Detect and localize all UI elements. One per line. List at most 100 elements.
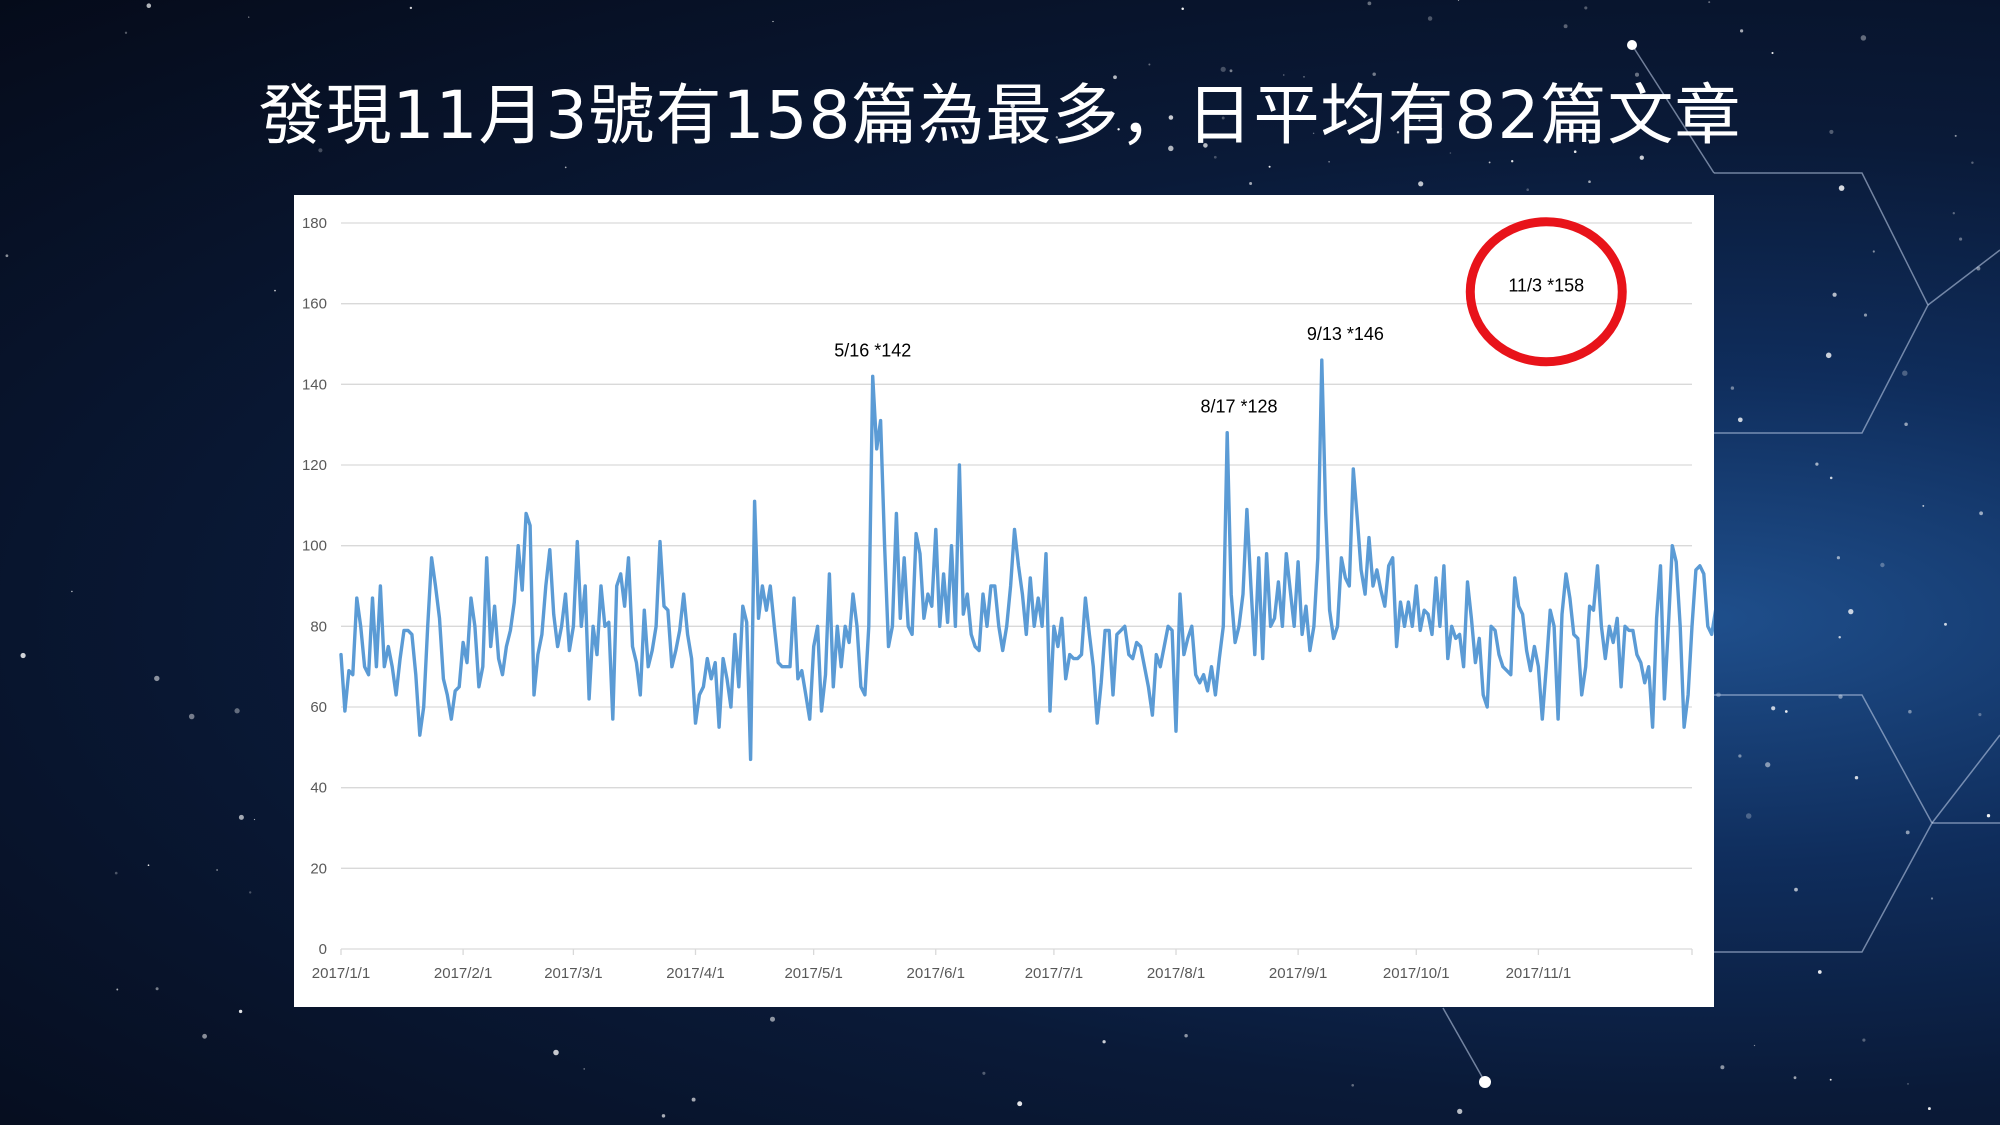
star bbox=[1848, 608, 1854, 615]
star bbox=[1017, 1101, 1023, 1107]
star bbox=[1838, 636, 1841, 639]
star bbox=[1952, 212, 1955, 215]
star bbox=[253, 818, 256, 821]
x-tick-label: 2017/3/1 bbox=[544, 965, 602, 982]
star bbox=[1328, 160, 1330, 163]
y-tick-label: 140 bbox=[302, 376, 327, 393]
star bbox=[1784, 710, 1788, 713]
star bbox=[1584, 6, 1588, 10]
node-dot bbox=[1627, 40, 1637, 50]
y-tick-label: 0 bbox=[319, 941, 327, 958]
x-tick-label: 2017/5/1 bbox=[784, 965, 842, 982]
star bbox=[1908, 709, 1912, 714]
star bbox=[5, 254, 9, 258]
star bbox=[154, 675, 160, 682]
star bbox=[274, 289, 276, 292]
star bbox=[1793, 1076, 1797, 1080]
star bbox=[1588, 180, 1591, 184]
y-tick-label: 100 bbox=[302, 538, 327, 555]
star bbox=[1563, 24, 1568, 29]
x-tick-label: 2017/6/1 bbox=[907, 965, 965, 982]
star bbox=[691, 1097, 696, 1102]
star bbox=[1815, 462, 1819, 466]
line-chart: 0 20 40 60 80 100 120 140 160 180 2017/1/1 2017/2/… bbox=[302, 215, 1714, 982]
star bbox=[1730, 386, 1735, 390]
star bbox=[71, 590, 73, 593]
star bbox=[1907, 1083, 1909, 1085]
star bbox=[583, 1068, 586, 1070]
star bbox=[1351, 1083, 1355, 1087]
star bbox=[1753, 1044, 1756, 1047]
star bbox=[1720, 1065, 1725, 1070]
star bbox=[1794, 887, 1798, 892]
star bbox=[1854, 775, 1859, 780]
star bbox=[1863, 313, 1868, 317]
star bbox=[772, 20, 774, 23]
star bbox=[1418, 181, 1424, 187]
star bbox=[1737, 417, 1743, 423]
star bbox=[1765, 762, 1771, 768]
x-tick-label: 2017/10/1 bbox=[1383, 965, 1450, 982]
star bbox=[1488, 161, 1491, 164]
x-tick-label: 2017/9/1 bbox=[1269, 965, 1327, 982]
star bbox=[553, 1049, 559, 1056]
x-tick-label: 2017/1/1 bbox=[312, 965, 370, 982]
x-tick-label: 2017/7/1 bbox=[1025, 965, 1083, 982]
star bbox=[1904, 422, 1908, 427]
star bbox=[1836, 556, 1840, 560]
star bbox=[1944, 622, 1947, 626]
star bbox=[1745, 813, 1752, 819]
annotation-layer: 5/16 *142 8/17 *128 9/13 *146 11/3 *158 bbox=[834, 217, 1627, 417]
star bbox=[1771, 51, 1774, 55]
star bbox=[982, 1071, 986, 1075]
star bbox=[1971, 161, 1974, 164]
star bbox=[1986, 814, 1991, 818]
y-tick-label: 180 bbox=[302, 215, 327, 232]
star bbox=[1817, 970, 1822, 974]
star bbox=[124, 31, 128, 34]
star bbox=[116, 988, 119, 991]
annotation-label: 5/16 *142 bbox=[834, 340, 911, 360]
star bbox=[1181, 7, 1184, 10]
star bbox=[1427, 16, 1433, 21]
series-layer bbox=[339, 358, 1714, 762]
star bbox=[1862, 1038, 1866, 1042]
star bbox=[1832, 292, 1837, 297]
y-tick-label: 20 bbox=[310, 860, 327, 877]
star bbox=[1367, 1, 1372, 6]
x-tick-label: 2017/8/1 bbox=[1147, 965, 1205, 982]
star bbox=[1526, 188, 1529, 191]
annotation-label: 8/17 *128 bbox=[1201, 397, 1278, 417]
y-tick-label: 40 bbox=[310, 780, 327, 797]
star bbox=[202, 1033, 208, 1039]
y-tick-label: 80 bbox=[310, 618, 327, 635]
star bbox=[1457, 0, 1460, 1]
star bbox=[1738, 754, 1742, 758]
star bbox=[1905, 830, 1910, 835]
star bbox=[769, 1016, 776, 1022]
slide-title: 發現11月3號有158篇為最多，日平均有82篇文章 bbox=[258, 77, 1742, 154]
y-axis-tick-labels: 0 20 40 60 80 100 120 140 160 180 bbox=[302, 215, 327, 958]
star bbox=[1880, 562, 1885, 568]
star bbox=[155, 987, 159, 991]
star bbox=[1829, 476, 1833, 480]
star bbox=[114, 871, 118, 875]
star bbox=[1959, 237, 1963, 241]
star bbox=[238, 1009, 243, 1014]
star bbox=[1511, 160, 1514, 163]
annotation-label: 9/13 *146 bbox=[1307, 324, 1384, 344]
star bbox=[238, 814, 244, 820]
y-tick-label: 120 bbox=[302, 457, 327, 474]
star bbox=[216, 869, 219, 871]
star bbox=[409, 6, 413, 10]
star bbox=[564, 166, 567, 169]
star bbox=[1979, 511, 1983, 516]
star bbox=[1829, 1078, 1832, 1081]
chart-card: 0 20 40 60 80 100 120 140 160 180 2017/1/1 2017/2/… bbox=[294, 195, 1714, 1007]
star bbox=[20, 652, 26, 659]
star bbox=[1978, 713, 1982, 717]
star bbox=[1930, 897, 1934, 900]
node-dot bbox=[1479, 1076, 1491, 1088]
star bbox=[1102, 1040, 1106, 1044]
star bbox=[1771, 706, 1776, 711]
